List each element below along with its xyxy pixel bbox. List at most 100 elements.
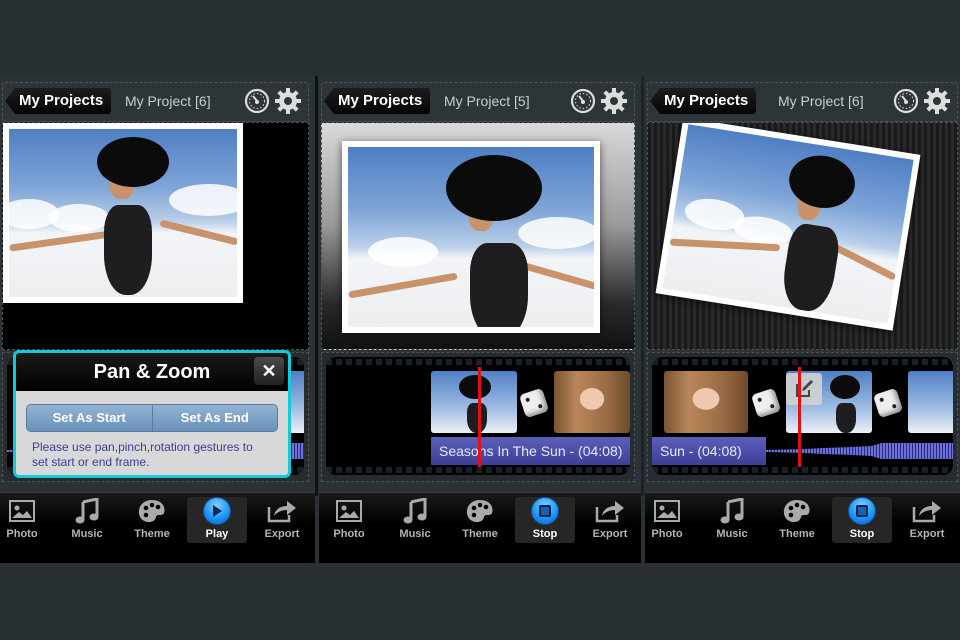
tab-label: Photo	[6, 528, 38, 540]
tab-stop[interactable]: Stop	[515, 497, 575, 543]
music-icon	[75, 498, 99, 524]
header-bar: My Projects My Project [6]	[2, 82, 309, 122]
play-icon	[203, 497, 231, 525]
playhead[interactable]	[798, 367, 801, 467]
tab-label: Export	[264, 528, 300, 540]
phone-screen-2: My Projects My Project [5] Seasons In Th…	[319, 76, 641, 563]
tab-label: Music	[716, 528, 748, 540]
export-icon	[595, 501, 624, 523]
photo-preview[interactable]	[2, 122, 309, 350]
panel-divider	[641, 76, 644, 496]
tab-bar: Photo Music Theme Stop Export	[319, 492, 641, 563]
tab-export[interactable]: Export	[897, 497, 957, 543]
timeline[interactable]: Seasons In The Sun - (04:08)	[321, 352, 635, 482]
photo-image	[662, 124, 914, 324]
my-projects-button[interactable]: My Projects	[650, 88, 757, 114]
photo-icon	[654, 500, 680, 522]
timeline-thumbnail[interactable]	[431, 371, 517, 433]
tab-export[interactable]: Export	[580, 497, 640, 543]
edit-photo-button[interactable]	[786, 373, 822, 405]
tab-bar: Photo Music Theme Play Export	[0, 492, 315, 563]
tab-theme[interactable]: Theme	[450, 497, 510, 543]
tab-photo[interactable]: Photo	[319, 497, 379, 543]
gear-icon[interactable]	[274, 87, 302, 115]
speed-gauge-icon[interactable]	[893, 88, 919, 114]
speed-gauge-icon[interactable]	[570, 88, 596, 114]
music-icon	[403, 498, 427, 524]
close-button[interactable]: ✕	[254, 357, 284, 385]
photo-frame[interactable]	[655, 123, 921, 331]
stop-icon	[531, 497, 559, 525]
stop-icon	[848, 497, 876, 525]
transition-dice-icon[interactable]	[750, 387, 782, 419]
playhead[interactable]	[478, 367, 481, 467]
tab-theme[interactable]: Theme	[122, 497, 182, 543]
timeline[interactable]: Sun - (04:08)	[647, 352, 958, 482]
edit-icon	[796, 380, 813, 397]
photo-frame[interactable]	[3, 123, 243, 303]
tab-label: Theme	[462, 528, 498, 540]
tab-label: Theme	[134, 528, 170, 540]
photo-preview[interactable]	[321, 122, 635, 350]
tab-label: Photo	[333, 528, 365, 540]
pan-zoom-dialog: Pan & Zoom ✕ Set As Start Set As End Ple…	[13, 350, 291, 478]
timeline-thumbnail[interactable]	[554, 371, 630, 433]
timeline-thumbnail[interactable]	[908, 371, 953, 433]
photo-icon	[9, 500, 35, 522]
phone-screen-3: My Projects My Project [6] Sun - (04:08)…	[645, 76, 960, 563]
tab-play[interactable]: Play	[187, 497, 247, 543]
tab-label: Stop	[849, 528, 875, 540]
theme-icon	[466, 500, 493, 522]
music-track-bar[interactable]: Sun - (04:08)	[652, 437, 766, 465]
gear-icon[interactable]	[600, 87, 628, 115]
filmstrip: Seasons In The Sun - (04:08)	[326, 357, 630, 475]
export-icon	[267, 501, 296, 523]
photo-icon	[336, 500, 362, 522]
tab-label: Export	[909, 528, 945, 540]
my-projects-button[interactable]: My Projects	[5, 88, 112, 114]
tab-bar: Photo Music Theme Stop Export	[645, 492, 960, 563]
photo-image	[348, 147, 594, 327]
timeline-thumbnail[interactable]	[664, 371, 748, 433]
tab-label: Stop	[532, 528, 558, 540]
phone-screen-1: My Projects My Project [6] Pan & Zoom ✕ …	[0, 76, 315, 563]
dialog-message: Please use pan,pinch,rotation gestures t…	[32, 440, 253, 469]
header-bar: My Projects My Project [6]	[647, 82, 958, 122]
audio-waveform	[766, 443, 953, 459]
project-title: My Project [6]	[778, 93, 864, 109]
transition-dice-icon[interactable]	[518, 387, 550, 419]
tab-label: Music	[399, 528, 431, 540]
theme-icon	[783, 500, 810, 522]
panel-divider	[315, 76, 318, 496]
tab-photo[interactable]: Photo	[0, 497, 52, 543]
set-as-start-button[interactable]: Set As Start	[27, 405, 153, 431]
photo-image	[9, 129, 237, 297]
project-title: My Project [5]	[444, 93, 530, 109]
tab-photo[interactable]: Photo	[645, 497, 697, 543]
tab-music[interactable]: Music	[385, 497, 445, 543]
start-end-segmented-control: Set As Start Set As End	[26, 404, 278, 432]
dialog-title-bar: Pan & Zoom ✕	[16, 353, 288, 391]
tab-label: Play	[205, 528, 229, 540]
speed-gauge-icon[interactable]	[244, 88, 270, 114]
tab-music[interactable]: Music	[57, 497, 117, 543]
theme-icon	[138, 500, 165, 522]
tab-export[interactable]: Export	[252, 497, 312, 543]
photo-frame[interactable]	[342, 141, 600, 333]
photo-preview[interactable]	[647, 122, 958, 350]
tab-music[interactable]: Music	[702, 497, 762, 543]
tab-label: Theme	[779, 528, 815, 540]
project-title: My Project [6]	[125, 93, 211, 109]
header-bar: My Projects My Project [5]	[321, 82, 635, 122]
music-track-bar[interactable]: Seasons In The Sun - (04:08)	[431, 437, 630, 465]
close-icon: ✕	[261, 361, 277, 381]
tab-theme[interactable]: Theme	[767, 497, 827, 543]
filmstrip: Sun - (04:08)	[652, 357, 953, 475]
transition-dice-icon[interactable]	[872, 387, 904, 419]
tab-stop[interactable]: Stop	[832, 497, 892, 543]
my-projects-button[interactable]: My Projects	[324, 88, 431, 114]
export-icon	[912, 501, 941, 523]
gear-icon[interactable]	[923, 87, 951, 115]
tab-label: Photo	[651, 528, 683, 540]
set-as-end-button[interactable]: Set As End	[152, 405, 277, 431]
